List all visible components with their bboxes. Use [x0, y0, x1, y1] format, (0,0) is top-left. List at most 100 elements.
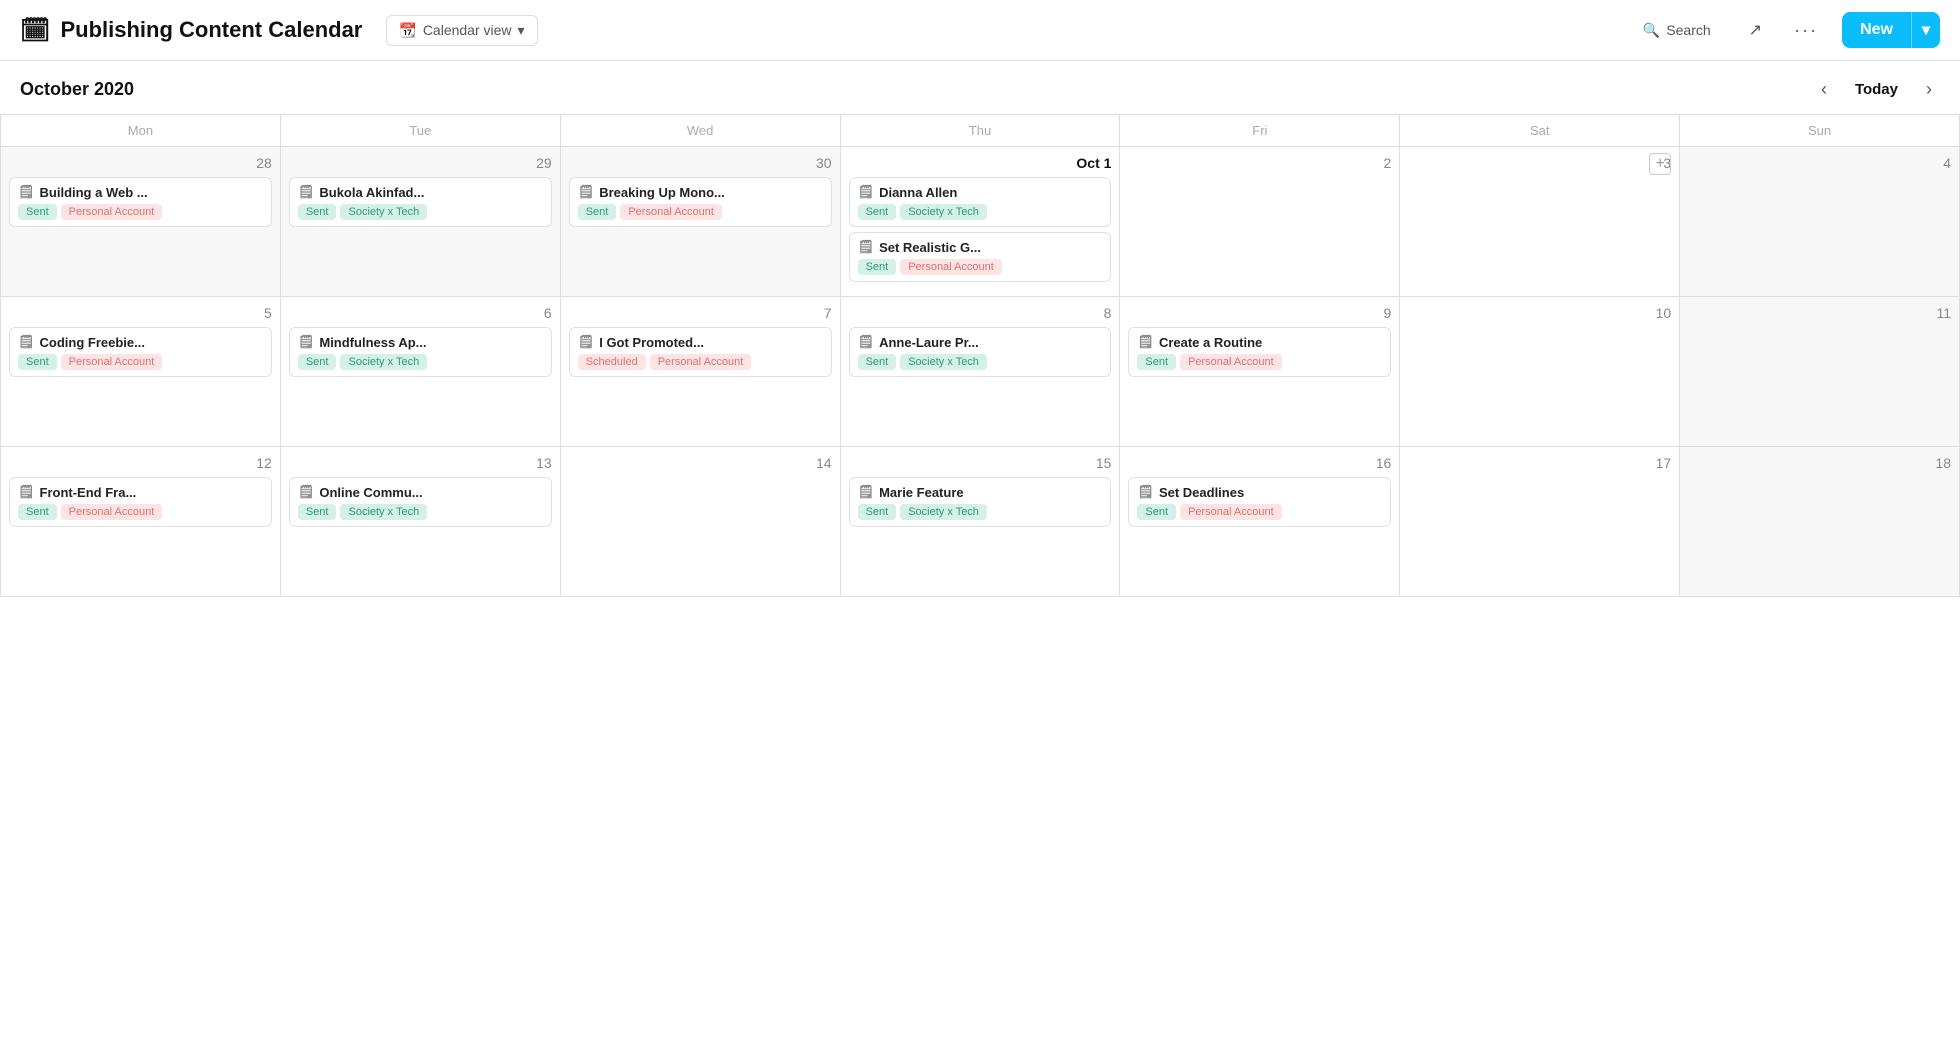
card-title-text: Building a Web ... [40, 185, 148, 200]
document-icon: 🗒 [1137, 484, 1154, 500]
card-tags: SentSociety x Tech [298, 204, 543, 220]
event-card-0-3-1[interactable]: 🗒Set Realistic G... SentPersonal Account [849, 232, 1112, 282]
document-icon: 🗒 [578, 334, 595, 350]
next-month-button[interactable]: › [1918, 75, 1940, 104]
card-title-0-0-0: 🗒Building a Web ... [18, 184, 263, 200]
event-card-2-0-0[interactable]: 🗒Front-End Fra...SentPersonal Account [9, 477, 272, 527]
document-icon: 🗒 [298, 484, 315, 500]
tag-society: Society x Tech [900, 354, 987, 370]
card-tags: SentPersonal Account [858, 259, 1103, 275]
day-cell-0-3[interactable]: Oct 1🗒Dianna AllenSentSociety x Tech🗒Set… [841, 147, 1121, 297]
day-cell-2-5[interactable]: 17 [1400, 447, 1680, 597]
tag-personal: Personal Account [650, 354, 752, 370]
card-title-text: Dianna Allen [879, 185, 957, 200]
day-cell-2-1[interactable]: 13🗒Online Commu...SentSociety x Tech [281, 447, 561, 597]
search-button[interactable]: 🔍 Search [1629, 16, 1725, 45]
search-label: Search [1666, 22, 1710, 38]
event-card-1-0-0[interactable]: 🗒Coding Freebie...SentPersonal Account [9, 327, 272, 377]
tag-sent: Sent [298, 354, 337, 370]
tag-sent: Sent [858, 204, 897, 220]
prev-month-button[interactable]: ‹ [1813, 75, 1835, 104]
card-tags: SentSociety x Tech [858, 354, 1103, 370]
calendar-grid: Mon Tue Wed Thu Fri Sat Sun 28🗒Building … [0, 114, 1960, 597]
day-cell-0-5[interactable]: 3+ [1400, 147, 1680, 297]
card-tags: SentPersonal Account [1137, 504, 1382, 520]
view-label: Calendar view [423, 22, 512, 38]
chevron-down-icon: ▾ [518, 22, 525, 39]
card-tags: SentSociety x Tech [858, 504, 1103, 520]
day-cell-0-0[interactable]: 28🗒Building a Web ...SentPersonal Accoun… [1, 147, 281, 297]
day-cell-0-4[interactable]: 2 [1120, 147, 1400, 297]
day-num-0-6: 4 [1688, 155, 1951, 171]
view-selector[interactable]: 📆 Calendar view ▾ [386, 15, 537, 46]
day-num-1-3: 8 [849, 305, 1112, 321]
event-card-1-2-0[interactable]: 🗒 I Got Promoted... ScheduledPersonal Acco… [569, 327, 832, 377]
day-cell-1-2[interactable]: 7 🗒 I Got Promoted... ScheduledPersonal Acc… [561, 297, 841, 447]
day-cell-1-1[interactable]: 6 🗒Mindfulness Ap... SentSociety x Tech [281, 297, 561, 447]
add-event-button-0-5[interactable]: + [1649, 153, 1671, 175]
day-cell-1-6[interactable]: 11 [1680, 297, 1960, 447]
tag-sent: Sent [298, 504, 337, 520]
card-title-0-3-1: 🗒Set Realistic G... [858, 239, 1103, 255]
day-num-1-5: 10 [1408, 305, 1671, 321]
day-num-2-6: 18 [1688, 455, 1951, 471]
card-title-text: I Got Promoted... [599, 335, 704, 350]
document-icon: 🗒 [18, 484, 35, 500]
card-tags: ScheduledPersonal Account [578, 354, 823, 370]
day-cell-2-3[interactable]: 15 🗒Marie Feature SentSociety x Tech [841, 447, 1121, 597]
card-title-1-1-0: 🗒Mindfulness Ap... [298, 334, 543, 350]
week-1: 5🗒Coding Freebie...SentPersonal Account6… [1, 297, 1960, 447]
day-cell-0-1[interactable]: 29 🗒Bukola Akinfad...SentSociety x Tech [281, 147, 561, 297]
day-cell-2-2[interactable]: 14 [561, 447, 841, 597]
event-card-0-0-0[interactable]: 🗒Building a Web ... SentPersonal Account [9, 177, 272, 227]
event-card-2-4-0[interactable]: 🗒Set DeadlinesSentPersonal Account [1128, 477, 1391, 527]
event-card-0-2-0[interactable]: 🗒Breaking Up Mono...SentPersonal Account [569, 177, 832, 227]
day-cell-0-2[interactable]: 30🗒Breaking Up Mono...SentPersonal Accou… [561, 147, 841, 297]
day-cell-2-0[interactable]: 12 🗒Front-End Fra...SentPersonal Account [1, 447, 281, 597]
tag-personal: Personal Account [61, 204, 163, 220]
day-cell-1-0[interactable]: 5 🗒Coding Freebie...SentPersonal Account [1, 297, 281, 447]
tag-society: Society x Tech [900, 504, 987, 520]
event-card-0-1-0[interactable]: 🗒Bukola Akinfad...SentSociety x Tech [289, 177, 552, 227]
day-num-2-4: 16 [1128, 455, 1391, 471]
day-num-2-5: 17 [1408, 455, 1671, 471]
day-cell-2-4[interactable]: 16 🗒Set DeadlinesSentPersonal Account [1120, 447, 1400, 597]
card-title-text: Breaking Up Mono... [599, 185, 725, 200]
day-num-2-0: 12 [9, 455, 272, 471]
tag-personal: Personal Account [620, 204, 722, 220]
card-title-0-2-0: 🗒Breaking Up Mono... [578, 184, 823, 200]
day-num-1-2: 7 [569, 305, 832, 321]
day-cell-1-4[interactable]: 9🗒Create a RoutineSentPersonal Account [1120, 297, 1400, 447]
month-navigation: October 2020 ‹ Today › [0, 61, 1960, 114]
document-icon: 🗒 [858, 484, 875, 500]
day-cell-2-6[interactable]: 18 [1680, 447, 1960, 597]
day-num-0-1: 29 [289, 155, 552, 171]
event-card-2-3-0[interactable]: 🗒Marie Feature SentSociety x Tech [849, 477, 1112, 527]
new-button[interactable]: New ▾ [1842, 12, 1940, 48]
more-options-button[interactable]: ··· [1786, 16, 1826, 45]
document-icon: 🗒 [858, 334, 875, 350]
tag-sent: Sent [18, 204, 57, 220]
document-icon: 🗒 [298, 334, 315, 350]
today-button[interactable]: Today [1845, 77, 1908, 102]
week-0: 28🗒Building a Web ...SentPersonal Accoun… [1, 147, 1960, 297]
event-card-0-3-0[interactable]: 🗒Dianna AllenSentSociety x Tech [849, 177, 1112, 227]
day-cell-0-6[interactable]: 4 [1680, 147, 1960, 297]
event-card-2-1-0[interactable]: 🗒Online Commu...SentSociety x Tech [289, 477, 552, 527]
day-cell-1-5[interactable]: 10 [1400, 297, 1680, 447]
event-card-1-3-0[interactable]: 🗒Anne-Laure Pr...SentSociety x Tech [849, 327, 1112, 377]
day-num-0-4: 2 [1128, 155, 1391, 171]
tag-personal: Personal Account [61, 354, 163, 370]
event-card-1-4-0[interactable]: 🗒Create a RoutineSentPersonal Account [1128, 327, 1391, 377]
tag-sent: Sent [18, 504, 57, 520]
tag-society: Society x Tech [340, 354, 427, 370]
event-card-1-1-0[interactable]: 🗒Mindfulness Ap... SentSociety x Tech [289, 327, 552, 377]
day-cell-1-3[interactable]: 8 🗒Anne-Laure Pr...SentSociety x Tech [841, 297, 1121, 447]
day-num-1-0: 5 [9, 305, 272, 321]
document-icon: 🗒 [858, 239, 875, 255]
new-button-dropdown-icon[interactable]: ▾ [1911, 12, 1940, 48]
day-num-1-1: 6 [289, 305, 552, 321]
day-num-2-3: 15 [849, 455, 1112, 471]
card-title-2-3-0: 🗒Marie Feature [858, 484, 1103, 500]
expand-button[interactable]: ↗ [1741, 16, 1770, 44]
